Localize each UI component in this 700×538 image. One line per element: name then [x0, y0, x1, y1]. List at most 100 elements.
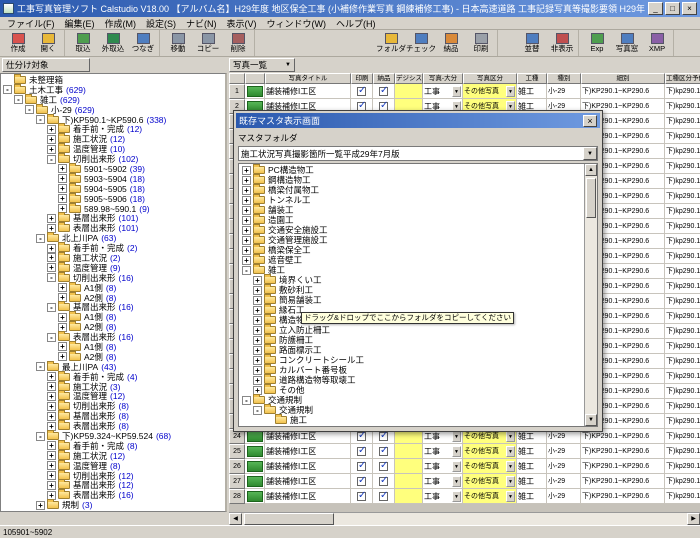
- reserve-cell[interactable]: 下)kp290.1~kp290.6: [665, 369, 700, 384]
- toolbar-button-create[interactable]: 作成: [3, 31, 33, 56]
- row-number[interactable]: 28: [229, 489, 245, 504]
- work-kind-cell[interactable]: 雑工: [517, 459, 547, 474]
- collapse-icon[interactable]: -: [36, 233, 45, 243]
- expand-icon[interactable]: +: [253, 285, 262, 295]
- major-class-cell[interactable]: 工事 ▼: [423, 84, 463, 99]
- collapse-icon[interactable]: -: [47, 302, 56, 312]
- expand-icon[interactable]: +: [253, 355, 262, 365]
- dialog-close-button[interactable]: ×: [583, 114, 597, 127]
- expand-icon[interactable]: +: [242, 195, 251, 205]
- expand-icon[interactable]: +: [242, 225, 251, 235]
- expand-icon[interactable]: +: [242, 235, 251, 245]
- column-header-0[interactable]: [229, 73, 245, 84]
- toolbar-button-check[interactable]: チェック: [406, 31, 436, 56]
- scrollbar-thumb[interactable]: [586, 178, 596, 218]
- photo-category-cell[interactable]: その他写真 ▼: [463, 84, 517, 99]
- dropdown-arrow-icon[interactable]: ▼: [452, 85, 461, 97]
- expand-icon[interactable]: +: [253, 375, 262, 385]
- photo-thumbnail[interactable]: [246, 460, 263, 472]
- row-number[interactable]: 27: [229, 474, 245, 489]
- expand-icon[interactable]: +: [36, 500, 45, 510]
- tree-item[interactable]: + 施工状況 (12): [1, 133, 225, 144]
- subtype-cell[interactable]: 小-29: [547, 474, 581, 489]
- subtype-cell[interactable]: 小-29: [547, 489, 581, 504]
- reserve-cell[interactable]: 下)kp290.1~kp290.6: [665, 429, 700, 444]
- scroll-right-icon[interactable]: ▶: [687, 513, 700, 525]
- photo-title-cell[interactable]: 舗装補修I工区: [265, 474, 351, 489]
- column-header-6[interactable]: 写真-大分: [423, 73, 463, 84]
- photo-title-cell[interactable]: 舗装補修I工区: [265, 459, 351, 474]
- expand-icon[interactable]: +: [47, 372, 56, 382]
- dropdown-arrow-icon[interactable]: ▼: [506, 460, 515, 472]
- tree-item[interactable]: + 表層出来形 (16): [1, 489, 225, 500]
- expand-icon[interactable]: +: [47, 391, 56, 401]
- expand-icon[interactable]: +: [253, 295, 262, 305]
- expand-icon[interactable]: +: [47, 401, 56, 411]
- tree-item[interactable]: + 着手前・完成 (2): [1, 242, 225, 253]
- subtype-cell[interactable]: 小-29: [547, 84, 581, 99]
- reserve-cell[interactable]: 下)kp290.1~kp290.6: [665, 129, 700, 144]
- reserve-cell[interactable]: 下)kp290.1~kp290.6: [665, 204, 700, 219]
- table-row[interactable]: 27舗装補修I工区工事▼その他写真▼雑工小-29下)KP290.1~KP290.…: [229, 474, 700, 489]
- collapse-icon[interactable]: -: [47, 273, 56, 283]
- collapse-icon[interactable]: -: [36, 431, 45, 441]
- expand-icon[interactable]: +: [242, 175, 251, 185]
- reserve-cell[interactable]: 下)kp290.1~kp290.6: [665, 414, 700, 429]
- tree-item[interactable]: + 着手前・完成 (8): [1, 439, 225, 451]
- tree-item[interactable]: + A2側 (8): [1, 350, 225, 362]
- photo-thumbnail[interactable]: [246, 490, 263, 502]
- tree-item[interactable]: +5903~5904 (18): [1, 172, 225, 184]
- collapse-icon[interactable]: -: [36, 362, 45, 372]
- expand-icon[interactable]: +: [58, 312, 67, 322]
- major-class-cell[interactable]: 工事 ▼: [423, 489, 463, 504]
- reserve-cell[interactable]: 下)kp290.1~kp290.6: [665, 384, 700, 399]
- toolbar-button-deliver[interactable]: 納品: [436, 31, 466, 56]
- subtype-cell[interactable]: 小-29: [547, 444, 581, 459]
- photo-thumbnail[interactable]: [246, 430, 263, 442]
- toolbar-button-sort[interactable]: 並替: [517, 31, 547, 56]
- photo-list-view-dropdown[interactable]: 写真一覧 ▼: [229, 58, 295, 72]
- dropdown-arrow-icon[interactable]: ▼: [452, 460, 461, 472]
- expand-icon[interactable]: +: [47, 213, 56, 223]
- expand-icon[interactable]: +: [47, 124, 56, 134]
- reserve-cell[interactable]: 下)kp290.1~kp290.6: [665, 189, 700, 204]
- dropdown-arrow-icon[interactable]: ▼: [506, 445, 515, 457]
- table-row[interactable]: 1舗装補修I工区工事▼その他写真▼雑工小-29下)KP290.1~KP290.6…: [229, 84, 700, 99]
- expand-icon[interactable]: +: [47, 134, 56, 144]
- print-checkbox[interactable]: [357, 475, 366, 486]
- expand-icon[interactable]: +: [253, 315, 262, 325]
- reserve-cell[interactable]: 下)kp290.1~kp290.6: [665, 324, 700, 339]
- menu-item-file[interactable]: ファイル(F): [2, 17, 60, 30]
- photo-title-cell[interactable]: 舗装補修I工区: [265, 489, 351, 504]
- print-checkbox[interactable]: [357, 430, 366, 441]
- reserve-cell[interactable]: 下)kp290.1~kp290.6: [665, 144, 700, 159]
- tree-item[interactable]: +5904~5905 (18): [1, 182, 225, 194]
- major-class-cell[interactable]: 工事 ▼: [423, 474, 463, 489]
- menu-item-window[interactable]: ウィンドウ(W): [262, 17, 332, 30]
- collapse-icon[interactable]: -: [3, 85, 12, 95]
- expand-icon[interactable]: +: [47, 263, 56, 273]
- expand-icon[interactable]: +: [58, 184, 67, 194]
- photo-thumbnail[interactable]: [246, 475, 263, 487]
- expand-icon[interactable]: +: [253, 345, 262, 355]
- deliver-checkbox[interactable]: [379, 475, 388, 486]
- expand-icon[interactable]: +: [47, 144, 56, 154]
- expand-icon[interactable]: +: [47, 480, 56, 490]
- expand-icon[interactable]: +: [253, 365, 262, 375]
- row-number[interactable]: 25: [229, 444, 245, 459]
- major-class-cell[interactable]: 工事 ▼: [423, 459, 463, 474]
- reserve-cell[interactable]: 下)kp290.1~kp290.6: [665, 459, 700, 474]
- detail-cell[interactable]: 下)KP290.1~KP290.6: [581, 444, 665, 459]
- column-header-4[interactable]: 納品: [373, 73, 395, 84]
- combobox-arrow-icon[interactable]: ▼: [583, 147, 597, 160]
- deliver-checkbox[interactable]: [379, 445, 388, 456]
- expand-icon[interactable]: +: [242, 165, 251, 175]
- dialog-vertical-scrollbar[interactable]: ▲ ▼: [584, 164, 597, 426]
- detail-cell[interactable]: 下)KP290.1~KP290.6: [581, 489, 665, 504]
- tree-item[interactable]: - 切削出来形 (102): [1, 153, 225, 164]
- tree-item[interactable]: +5901~5902 (39): [1, 162, 225, 174]
- work-kind-cell[interactable]: 雑工: [517, 84, 547, 99]
- table-row[interactable]: 28舗装補修I工区工事▼その他写真▼雑工小-29下)KP290.1~KP290.…: [229, 489, 700, 504]
- reserve-cell[interactable]: 下)kp290.1~kp290.6: [665, 339, 700, 354]
- photo-category-cell[interactable]: その他写真 ▼: [463, 459, 517, 474]
